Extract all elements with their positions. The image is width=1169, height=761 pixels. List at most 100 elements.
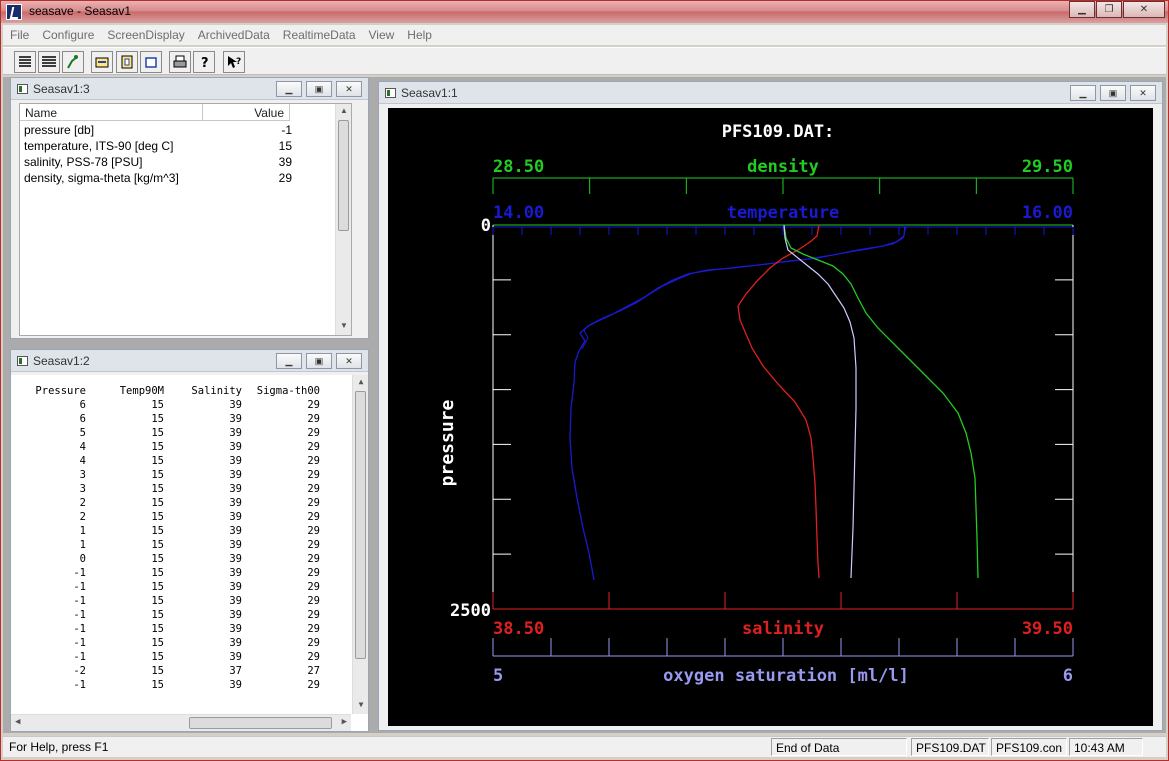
temperature-value: 15 (151, 469, 164, 481)
table-row[interactable]: salinity, PSS-78 [PSU] 39 (24, 155, 294, 171)
pressure-value: -1 (73, 595, 86, 607)
salinity-value: 39 (229, 581, 242, 593)
close-button[interactable]: ✕ (1123, 1, 1165, 18)
context-help-icon[interactable]: ? (223, 51, 245, 73)
temperature-value: 15 (151, 581, 164, 593)
table-row[interactable]: temperature, ITS-90 [deg C] 15 (24, 139, 294, 155)
maximize-button[interactable]: ▣ (1100, 85, 1126, 101)
sigma-value: 29 (307, 497, 320, 509)
sigma-value: 29 (307, 539, 320, 551)
column-header-pressure: Pressure (35, 385, 86, 397)
scroll-thumb[interactable] (338, 120, 349, 231)
vertical-scrollbar[interactable]: ▲ ▼ (352, 375, 368, 714)
scroll-up-icon[interactable]: ▲ (338, 106, 350, 118)
salinity-value: 39 (229, 469, 242, 481)
salinity-value: 37 (229, 665, 242, 677)
menu-view[interactable]: View (362, 25, 401, 42)
about-icon[interactable]: ? (193, 51, 215, 73)
scroll-down-icon[interactable]: ▼ (338, 321, 350, 333)
window-seasav1-1[interactable]: Seasav1:1 ▁ ▣ ✕ PFS109.DAT: 28.50 densit… (378, 81, 1163, 731)
scroll-up-icon[interactable]: ▲ (355, 377, 367, 389)
variable-name: temperature, ITS-90 [deg C] (24, 139, 174, 153)
salinity-value: 39 (229, 567, 242, 579)
scroll-right-icon[interactable]: ▶ (342, 717, 347, 727)
window-title: Seasav1:1 (401, 86, 458, 100)
sigma-value: 29 (307, 441, 320, 453)
close-button[interactable]: ✕ (336, 81, 362, 97)
print-icon[interactable] (169, 51, 191, 73)
sigma-value: 29 (307, 623, 320, 635)
scroll-thumb[interactable] (355, 391, 366, 659)
temperature-value: 15 (151, 637, 164, 649)
list-item: 1 15 39 29 (11, 525, 331, 539)
pressure-value: -1 (73, 567, 86, 579)
window-title-bar[interactable]: Seasav1:2 ▁ ▣ ✕ (11, 350, 368, 372)
window-icon (17, 356, 28, 366)
menu-bar: File Configure ScreenDisplay ArchivedData Re… (3, 25, 1166, 45)
new-display-icon[interactable] (91, 51, 113, 73)
menu-archiveddata[interactable]: ArchivedData (191, 25, 276, 42)
menu-configure[interactable]: Configure (35, 25, 100, 42)
window-title-bar[interactable]: Seasav1:1 ▁ ▣ ✕ (379, 82, 1162, 104)
temperature-value: 15 (151, 595, 164, 607)
salinity-axis-label: salinity (742, 619, 824, 639)
salinity-max-label: 39.50 (1022, 619, 1073, 639)
restore-button[interactable]: ❐ (1096, 1, 1122, 18)
window-seasav1-3[interactable]: Seasav1:3 ▁ ▣ ✕ Name Value pressure [db]… (10, 77, 369, 339)
minimize-button[interactable]: ▁ (1070, 85, 1096, 101)
close-button[interactable]: ✕ (336, 353, 362, 369)
close-button[interactable]: ✕ (1130, 85, 1156, 101)
menu-file[interactable]: File (3, 25, 35, 42)
table-report-icon[interactable] (38, 51, 60, 73)
temperature-value: 15 (151, 413, 164, 425)
list-item: 4 15 39 29 (11, 441, 331, 455)
scrolling-display-list: Pressure Temp90M Salinity Sigma-th00 6 15… (11, 375, 368, 731)
salinity-value: 39 (229, 651, 242, 663)
scroll-left-icon[interactable]: ◀ (15, 717, 20, 727)
table-row[interactable]: density, sigma-theta [kg/m^3] 29 (24, 171, 294, 187)
mdi-client-area: Seasav1:3 ▁ ▣ ✕ Name Value pressure [db]… (3, 77, 1166, 733)
salinity-value: 39 (229, 679, 242, 691)
salinity-value: 39 (229, 525, 242, 537)
minimize-button[interactable]: ▁ (276, 353, 302, 369)
new-window-icon[interactable] (140, 51, 162, 73)
minimize-button[interactable]: ▁ (276, 81, 302, 97)
temperature-value: 15 (151, 399, 164, 411)
run-icon[interactable] (62, 51, 84, 73)
menu-help[interactable]: Help (400, 25, 438, 42)
list-item: -1 15 39 29 (11, 623, 331, 637)
maximize-button[interactable]: ▣ (306, 353, 332, 369)
vertical-scrollbar[interactable]: ▲ ▼ (335, 104, 351, 335)
pressure-value: 0 (79, 553, 86, 565)
horizontal-scrollbar[interactable]: ◀ ▶ (11, 714, 351, 731)
status-con-file: PFS109.con (991, 738, 1067, 756)
temperature-axis-label: temperature (727, 203, 840, 223)
new-document-icon[interactable] (116, 51, 138, 73)
menu-screendisplay[interactable]: ScreenDisplay (100, 25, 190, 42)
pressure-axis-label: pressure (437, 399, 458, 486)
salinity-value: 39 (229, 553, 242, 565)
app-window: seasave - Seasav1 ▁ ❐ ✕ File Configure Scr… (0, 0, 1169, 761)
table-row[interactable]: pressure [db] -1 (24, 123, 294, 139)
temperature-value: 15 (151, 525, 164, 537)
maximize-button[interactable]: ▣ (306, 81, 332, 97)
pressure-value: 6 (79, 413, 86, 425)
list-report-icon[interactable] (14, 51, 36, 73)
menu-realtimedata[interactable]: RealtimeData (276, 25, 362, 42)
sigma-value: 29 (307, 399, 320, 411)
list-item: 3 15 39 29 (11, 469, 331, 483)
temperature-value: 15 (151, 455, 164, 467)
column-header-value[interactable]: Value (203, 104, 290, 121)
window-seasav1-2[interactable]: Seasav1:2 ▁ ▣ ✕ Pressure Temp90M Salinit… (10, 349, 369, 732)
list-item: -1 15 39 29 (11, 609, 331, 623)
temperature-value: 15 (151, 441, 164, 453)
temperature-value: 15 (151, 665, 164, 677)
window-title-bar[interactable]: Seasav1:3 ▁ ▣ ✕ (11, 78, 368, 100)
sigma-value: 29 (307, 651, 320, 663)
salinity-value: 39 (229, 399, 242, 411)
column-header-name[interactable]: Name (20, 104, 203, 121)
scroll-down-icon[interactable]: ▼ (355, 700, 367, 712)
minimize-button[interactable]: ▁ (1069, 1, 1095, 18)
horizontal-scroll-thumb[interactable] (189, 717, 332, 729)
variable-name: salinity, PSS-78 [PSU] (24, 155, 143, 169)
